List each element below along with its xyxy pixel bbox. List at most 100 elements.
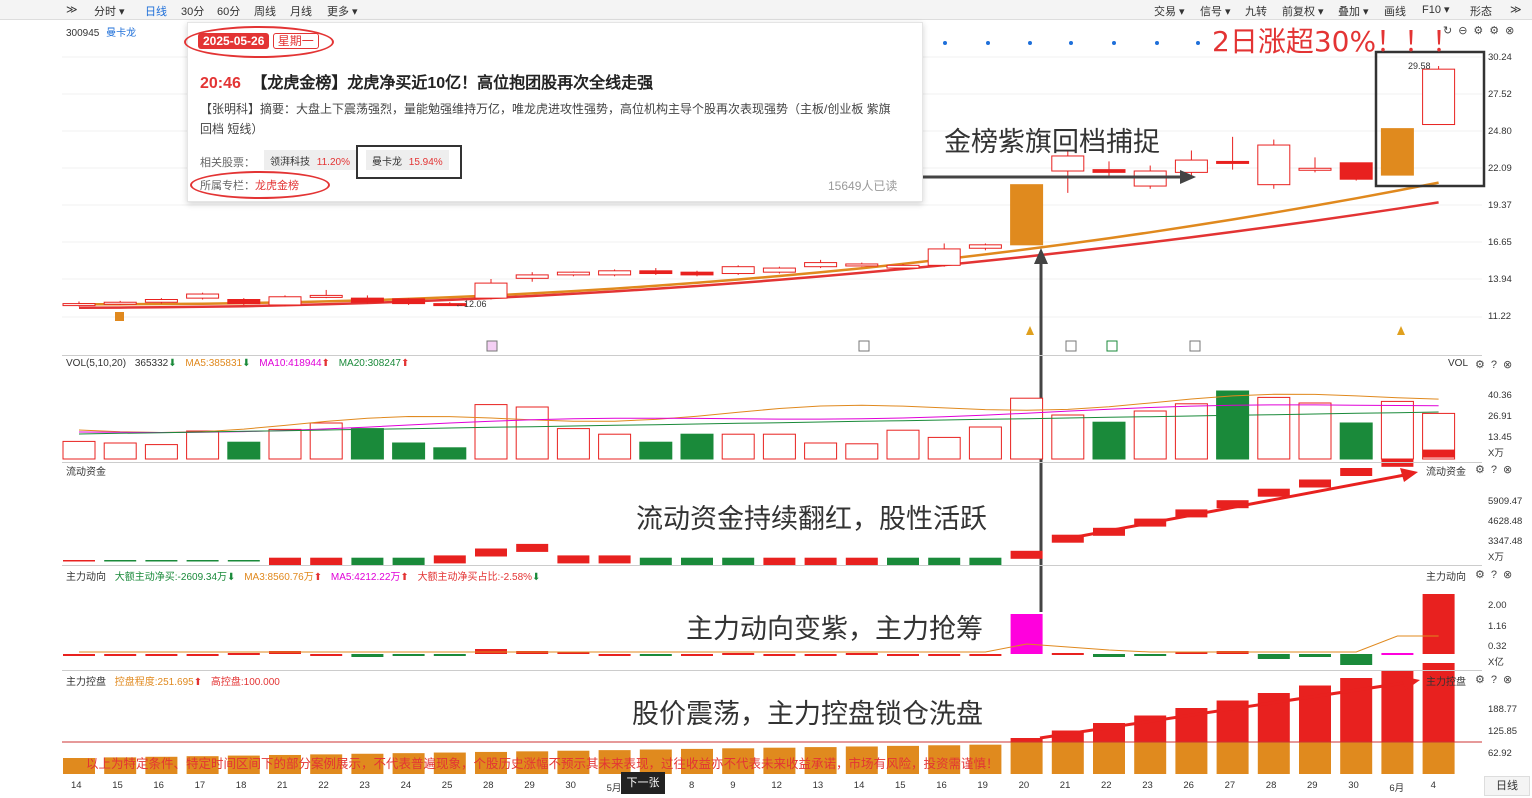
- direction-bar: [1381, 653, 1414, 655]
- liquidity-bar: [557, 555, 590, 564]
- x-tick: 21: [1059, 780, 1071, 791]
- direction-bar: [887, 654, 919, 656]
- direction-bar: [1422, 594, 1455, 654]
- direction-bar: [1257, 654, 1290, 659]
- direction-bar: [63, 654, 95, 656]
- volume-bar: [515, 406, 549, 460]
- signal-dot: [943, 41, 947, 45]
- related-stock-2[interactable]: 曼卡龙 15.94%: [366, 150, 449, 170]
- low-price-label: ←12.06: [455, 299, 487, 309]
- candle-body: [1339, 162, 1373, 180]
- candle-body: [474, 282, 508, 299]
- volume-bar: [1298, 402, 1332, 460]
- volume-bar: [680, 433, 714, 460]
- liquidity-title: 流动资金: [66, 467, 106, 478]
- candle-body: [804, 262, 838, 268]
- x-tick: 14: [71, 780, 82, 791]
- star-marker: [1026, 326, 1034, 335]
- vol-tools[interactable]: ⚙?⊗: [1475, 358, 1518, 371]
- price-tick: 30.24: [1488, 52, 1512, 63]
- liquidity-bar: [1422, 449, 1455, 458]
- direction-unit: X亿: [1488, 657, 1504, 668]
- volume-bar: [62, 440, 96, 460]
- liquidity-bar: [145, 560, 178, 562]
- candle-body: [680, 271, 714, 276]
- direction-bar: [1010, 614, 1043, 654]
- price-tick: 22.09: [1488, 163, 1512, 174]
- volume-bar: [1257, 396, 1291, 460]
- volume-bar: [1010, 397, 1044, 460]
- related-stock-1[interactable]: 领湃科技 11.20%: [264, 150, 356, 170]
- x-tick: 26: [1183, 780, 1194, 791]
- candle-body: [598, 270, 632, 276]
- x-tick: 8: [689, 780, 695, 791]
- x-tick: 21: [277, 780, 288, 791]
- x-tick: 23: [359, 780, 370, 791]
- event-marker: [1106, 340, 1118, 352]
- direction-bar: [392, 654, 425, 656]
- liquidity-unit: X万: [1488, 552, 1504, 563]
- news-headline[interactable]: 20:46 【龙虎金榜】龙虎净买近10亿！高位抱团股再次全线走强: [200, 69, 653, 93]
- period-label[interactable]: 日线: [1484, 776, 1530, 796]
- candle-body: [103, 301, 137, 305]
- direction-bar: [104, 654, 137, 656]
- signal-dot: [1028, 41, 1032, 45]
- panel-divider: [62, 462, 1482, 463]
- event-marker: [486, 340, 498, 352]
- volume-bar: [927, 436, 961, 460]
- x-tick: 17: [194, 780, 206, 791]
- gold-flag-annotation: 金榜紫旗回档捕捉: [944, 127, 1160, 158]
- liquidity-bar: [63, 560, 95, 562]
- liquidity-tick: 3347.48: [1488, 536, 1523, 547]
- x-tick: 25: [441, 780, 453, 791]
- news-popup[interactable]: 2025-05-26 星期一 20:46 【龙虎金榜】龙虎净买近10亿！高位抱团…: [184, 22, 923, 202]
- direction-bar: [1093, 654, 1125, 657]
- x-tick: 20: [1018, 780, 1030, 791]
- direction-tools[interactable]: ⚙?⊗: [1475, 568, 1518, 581]
- candle-body: [62, 303, 96, 307]
- panel-divider: [62, 670, 1482, 671]
- liquidity-tools[interactable]: ⚙?⊗: [1475, 463, 1518, 476]
- x-tick: 6月: [1389, 783, 1405, 794]
- control-tick: 125.85: [1488, 726, 1518, 737]
- signal-dot: [1112, 41, 1116, 45]
- candle-body: [1422, 68, 1456, 126]
- liquidity-right-label: 流动资金: [1426, 467, 1466, 478]
- volume-bar: [598, 433, 632, 460]
- candle-body: [639, 270, 673, 275]
- control-bar-low: [1134, 742, 1167, 774]
- related-label: 相关股票：: [200, 157, 255, 169]
- buy-marker: [115, 312, 124, 321]
- liquidity-bar: [1299, 479, 1331, 488]
- candle-body: [1133, 170, 1167, 187]
- news-summary: 【张明科】摘要：大盘上下震荡强烈，量能勉强维持万亿，唯龙虎进攻性强势，高位机构主…: [200, 102, 891, 136]
- volume-bar: [886, 429, 920, 460]
- control-tools[interactable]: ⚙?⊗: [1475, 673, 1518, 686]
- x-tick: 24: [400, 780, 412, 791]
- direction-bar: [969, 654, 1002, 656]
- x-tick: 30: [565, 780, 576, 791]
- liquidity-bar: [186, 560, 219, 562]
- direction-bar: [639, 654, 672, 656]
- candle-body: [186, 293, 220, 299]
- price-tick: 16.65: [1488, 237, 1512, 248]
- candle-body: [1298, 167, 1332, 171]
- liquidity-arrow: [1059, 472, 1411, 542]
- control-bar-low: [1175, 742, 1208, 774]
- volume-bar: [103, 442, 137, 460]
- panel-divider: [62, 355, 1482, 356]
- volume-bar: [227, 441, 261, 460]
- x-tick: 16: [936, 780, 947, 791]
- vol-tick: 26.91: [1488, 411, 1512, 422]
- x-tick: 7: [647, 780, 654, 791]
- panel-divider: [62, 565, 1482, 566]
- x-tick: 12: [771, 780, 782, 791]
- x-tick: 5月: [606, 783, 622, 794]
- volume-bar: [1092, 421, 1126, 460]
- control-tick: 188.77: [1488, 704, 1518, 715]
- direction-bar: [845, 653, 878, 655]
- direction-title: 主力动向 大额主动净买:-2609.34万⬇ MA3:8560.76万⬆ MA5…: [66, 572, 541, 583]
- control-tick: 62.92: [1488, 748, 1512, 759]
- signal-dot: [986, 41, 990, 45]
- volume-bar: [804, 442, 838, 460]
